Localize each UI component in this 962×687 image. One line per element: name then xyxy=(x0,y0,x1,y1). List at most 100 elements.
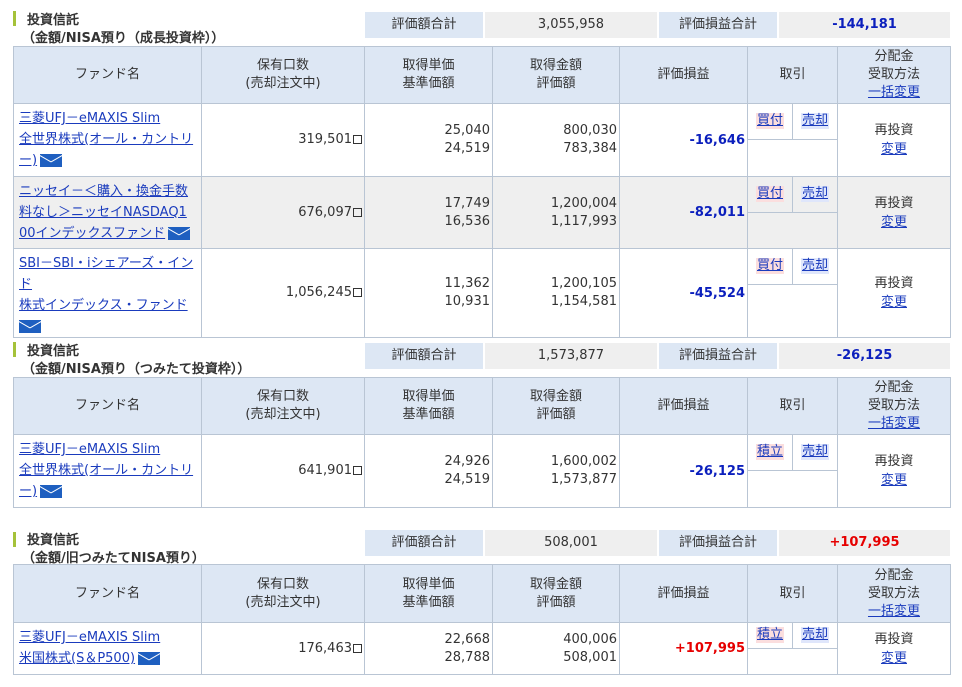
dist-cell: 再投資 変更 xyxy=(837,103,951,177)
price-cell: 17,749 16,536 xyxy=(364,176,493,249)
trade-cell: 積立 売却 xyxy=(747,622,838,675)
dist-change-link[interactable]: 変更 xyxy=(881,651,907,666)
total-pl-label: 評価損益合計 xyxy=(659,343,777,369)
col-trade: 取引 xyxy=(747,46,838,104)
buy-button[interactable]: 買付 xyxy=(755,186,784,202)
holdings-cell: 676,097 xyxy=(201,176,365,249)
trade-cell: 買付 売却 xyxy=(747,103,838,177)
square-icon xyxy=(353,135,362,144)
pl-cell: +107,995 xyxy=(619,622,748,675)
price-cell: 11,362 10,931 xyxy=(364,248,493,338)
section-subtitle: （金額/NISA預り（成長投資枠）） xyxy=(22,31,225,46)
table-row: ニッセイ－＜購入・換金手数 料なし＞ニッセイNASDAQ1 00インデックスファンド… xyxy=(13,176,951,249)
square-icon xyxy=(353,207,362,217)
total-pl-label: 評価損益合計 xyxy=(659,12,777,38)
section-header: 投資信託 （金額/NISA預り（つみたて投資枠）） 評価額合計 1,573,87… xyxy=(0,339,962,377)
summary-row: 評価額合計 3,055,958 評価損益合計 -144,181 xyxy=(365,12,950,38)
col-amount: 取得金額 評価額 xyxy=(492,46,620,104)
sell-button[interactable]: 売却 xyxy=(800,444,829,460)
total-value: 508,001 xyxy=(485,530,657,556)
accent-bar xyxy=(13,532,16,547)
table-row: 三菱UFJ－eMAXIS Slim 全世界株式(オール・カントリ ー) 641,90… xyxy=(13,434,951,508)
mail-icon[interactable] xyxy=(138,652,161,665)
price-cell: 24,926 24,519 xyxy=(364,434,493,508)
col-pl: 評価損益 xyxy=(619,46,748,104)
price-cell: 22,668 28,788 xyxy=(364,622,493,675)
amount-cell: 400,006 508,001 xyxy=(492,622,620,675)
col-holdings: 保有口数 (売却注文中) xyxy=(201,377,365,435)
sell-button[interactable]: 売却 xyxy=(800,186,829,202)
fund-link[interactable]: SBI－SBI・iシェアーズ・インド 株式インデックス・ファンド xyxy=(19,256,193,313)
sell-button[interactable]: 売却 xyxy=(800,627,829,643)
col-amount: 取得金額 評価額 xyxy=(492,377,620,435)
total-value-label: 評価額合計 xyxy=(365,12,483,38)
sell-button[interactable]: 売却 xyxy=(800,258,829,274)
pl-cell: -82,011 xyxy=(619,176,748,249)
col-pl: 評価損益 xyxy=(619,564,748,623)
square-icon xyxy=(353,643,362,653)
section-subtitle: （金額/NISA預り（つみたて投資枠）） xyxy=(22,362,251,377)
total-value-label: 評価額合計 xyxy=(365,343,483,369)
total-value: 1,573,877 xyxy=(485,343,657,369)
price-cell: 25,040 24,519 xyxy=(364,103,493,177)
bulk-change-link[interactable]: 一括変更 xyxy=(868,85,920,100)
fund-name: ニッセイ－＜購入・換金手数 料なし＞ニッセイNASDAQ1 00インデックスファンド xyxy=(13,176,202,249)
total-pl: -144,181 xyxy=(779,12,950,38)
dist-change-link[interactable]: 変更 xyxy=(881,295,907,310)
col-fund: ファンド名 xyxy=(13,377,202,435)
col-dist: 分配金 受取方法 一括変更 xyxy=(837,377,951,435)
total-value-label: 評価額合計 xyxy=(365,530,483,556)
total-value: 3,055,958 xyxy=(485,12,657,38)
dist-cell: 再投資 変更 xyxy=(837,248,951,338)
dist-change-link[interactable]: 変更 xyxy=(881,142,907,157)
bulk-change-link[interactable]: 一括変更 xyxy=(868,604,920,619)
pl-cell: -45,524 xyxy=(619,248,748,338)
buy-button[interactable]: 買付 xyxy=(755,113,784,129)
table-row: 三菱UFJ－eMAXIS Slim 米国株式(S＆P500) 176,463 22… xyxy=(13,622,951,675)
bulk-change-link[interactable]: 一括変更 xyxy=(868,416,920,431)
square-icon xyxy=(353,288,362,297)
col-dist: 分配金 受取方法 一括変更 xyxy=(837,564,951,623)
square-icon xyxy=(353,466,362,475)
trade-cell: 買付 売却 xyxy=(747,248,838,338)
dist-change-link[interactable]: 変更 xyxy=(881,215,907,230)
sell-button[interactable]: 売却 xyxy=(800,113,829,129)
col-price: 取得単価 基準価額 xyxy=(364,564,493,623)
mail-icon[interactable] xyxy=(40,485,63,498)
summary-row: 評価額合計 508,001 評価損益合計 +107,995 xyxy=(365,530,950,556)
section-title: 投資信託 xyxy=(27,533,80,548)
section-title: 投資信託 xyxy=(27,344,80,359)
amount-cell: 1,200,004 1,117,993 xyxy=(492,176,620,249)
table-row: SBI－SBI・iシェアーズ・インド 株式インデックス・ファンド 1,056,24… xyxy=(13,248,951,338)
col-fund: ファンド名 xyxy=(13,564,202,623)
buy-button[interactable]: 買付 xyxy=(755,258,784,274)
col-holdings: 保有口数 (売却注文中) xyxy=(201,46,365,104)
total-pl: +107,995 xyxy=(779,530,950,556)
holdings-cell: 641,901 xyxy=(201,434,365,508)
holdings-cell: 1,056,245 xyxy=(201,248,365,338)
col-price: 取得単価 基準価額 xyxy=(364,46,493,104)
pl-cell: -16,646 xyxy=(619,103,748,177)
pl-cell: -26,125 xyxy=(619,434,748,508)
dist-cell: 再投資 変更 xyxy=(837,622,951,675)
buy-button[interactable]: 積立 xyxy=(755,627,784,643)
amount-cell: 1,200,105 1,154,581 xyxy=(492,248,620,338)
mail-icon[interactable] xyxy=(19,320,41,333)
total-pl-label: 評価損益合計 xyxy=(659,530,777,556)
accent-bar xyxy=(13,342,16,357)
fund-name: 三菱UFJ－eMAXIS Slim 全世界株式(オール・カントリ ー) xyxy=(13,434,202,508)
dist-cell: 再投資 変更 xyxy=(837,176,951,249)
section-header: 投資信託 （金額/NISA預り（成長投資枠）） 評価額合計 3,055,958 … xyxy=(0,8,962,46)
total-pl: -26,125 xyxy=(779,343,950,369)
trade-cell: 買付 売却 xyxy=(747,176,838,249)
buy-button[interactable]: 積立 xyxy=(755,444,784,460)
col-price: 取得単価 基準価額 xyxy=(364,377,493,435)
fund-name: 三菱UFJ－eMAXIS Slim 全世界株式(オール・カントリ ー) xyxy=(13,103,202,177)
dist-change-link[interactable]: 変更 xyxy=(881,473,907,488)
mail-icon[interactable] xyxy=(168,227,191,240)
amount-cell: 1,600,002 1,573,877 xyxy=(492,434,620,508)
col-trade: 取引 xyxy=(747,377,838,435)
mail-icon[interactable] xyxy=(40,154,63,167)
col-pl: 評価損益 xyxy=(619,377,748,435)
fund-link[interactable]: ニッセイ－＜購入・換金手数 料なし＞ニッセイNASDAQ1 00インデックスファンド xyxy=(19,184,188,241)
